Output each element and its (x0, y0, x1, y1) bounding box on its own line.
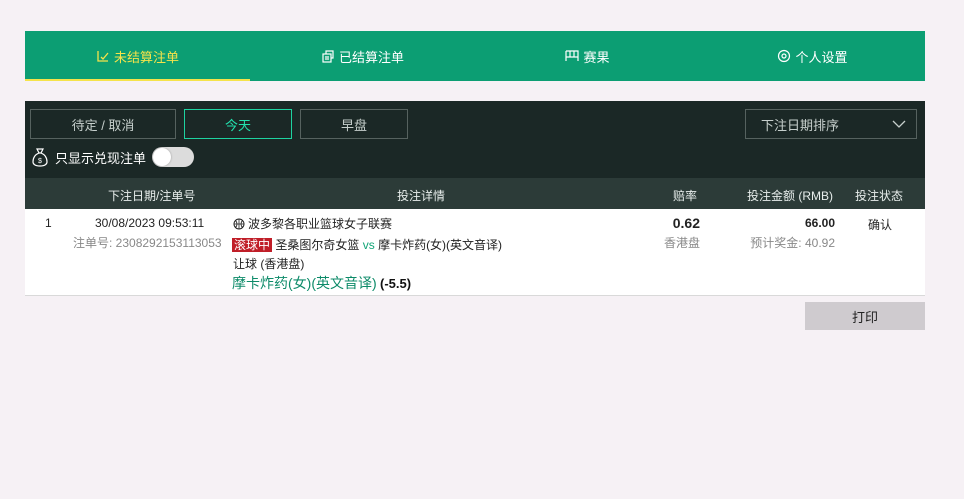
vs-label: vs (362, 238, 375, 252)
bet-tabs: 未结算注单 已结算注单 赛果 个人设置 (25, 31, 925, 81)
cashout-filter-label: 只显示兑现注单 (55, 150, 147, 166)
header-date: 下注日期/注单号 (108, 189, 196, 203)
tab-open-bets-label: 未结算注单 (113, 49, 179, 65)
svg-text:$: $ (38, 158, 42, 165)
basketball-icon (233, 218, 245, 229)
selection-name: 摩卡炸药(女)(英文音译) (232, 275, 377, 291)
header-stake: 投注金额 (RMB) (747, 189, 833, 203)
settled-bets-icon (321, 49, 335, 63)
settings-icon (777, 49, 791, 63)
tab-results-label: 赛果 (583, 49, 610, 65)
results-icon (565, 49, 580, 63)
toggle-knob (153, 148, 172, 166)
market-type: 让球 (香港盘) (233, 257, 305, 271)
tab-settings[interactable]: 个人设置 (700, 31, 925, 81)
sort-select[interactable]: 下注日期排序 (745, 109, 917, 139)
chevron-down-icon (892, 120, 906, 128)
open-bets-icon (96, 49, 110, 63)
header-odds: 赔率 (673, 189, 698, 203)
tab-settings-label: 个人设置 (795, 49, 848, 65)
sort-select-label: 下注日期排序 (761, 117, 840, 133)
match-line: 滚球中 圣桑图尔奇女篮 vs 摩卡炸药(女)(英文音译) (232, 236, 502, 253)
tab-settled-bets[interactable]: 已结算注单 (250, 31, 475, 81)
home-team: 圣桑图尔奇女篮 (275, 238, 360, 252)
tab-results[interactable]: 赛果 (475, 31, 700, 81)
filter-pending-button[interactable]: 待定 / 取消 (30, 109, 176, 139)
tab-settled-bets-label: 已结算注单 (338, 49, 404, 65)
bet-datetime: 30/08/2023 09:53:11 (95, 216, 205, 230)
table-header: 下注日期/注单号 投注详情 赔率 投注金额 (RMB) 投注状态 (25, 178, 925, 209)
league-name: 波多黎各职业篮球女子联赛 (248, 217, 393, 231)
odds-type: 香港盘 (663, 236, 700, 250)
odds-value: 0.62 (672, 215, 700, 231)
away-team: 摩卡炸药(女)(英文音译) (378, 238, 503, 252)
selection-line: 摩卡炸药(女)(英文音译) (-5.5) (232, 273, 411, 293)
filter-early-button[interactable]: 早盘 (300, 109, 408, 139)
live-badge: 滚球中 (232, 238, 273, 252)
filter-today-button[interactable]: 今天 (184, 109, 292, 139)
handicap-value: (-5.5) (380, 276, 412, 291)
bet-status: 确认 (868, 218, 893, 232)
cashout-toggle[interactable] (152, 147, 195, 167)
header-details: 投注详情 (397, 189, 446, 203)
filter-panel: 待定 / 取消 今天 早盘 下注日期排序 $ 只显示兑现注单 (25, 101, 925, 178)
row-index: 1 (45, 216, 52, 230)
table-row: 1 30/08/2023 09:53:11 注单号: 2308292153113… (25, 209, 925, 296)
money-bag-icon: $ (32, 148, 48, 167)
header-status: 投注状态 (855, 189, 904, 203)
bet-number: 注单号: 2308292153113053 (73, 236, 222, 250)
stake-value: 66.00 (804, 216, 835, 230)
league-line: 波多黎各职业篮球女子联赛 (233, 215, 392, 232)
tab-open-bets[interactable]: 未结算注单 (25, 31, 250, 81)
print-button[interactable]: 打印 (805, 302, 925, 330)
cashout-filter: $ 只显示兑现注单 (31, 147, 195, 167)
estimated-payout: 预计奖金: 40.92 (750, 236, 835, 250)
